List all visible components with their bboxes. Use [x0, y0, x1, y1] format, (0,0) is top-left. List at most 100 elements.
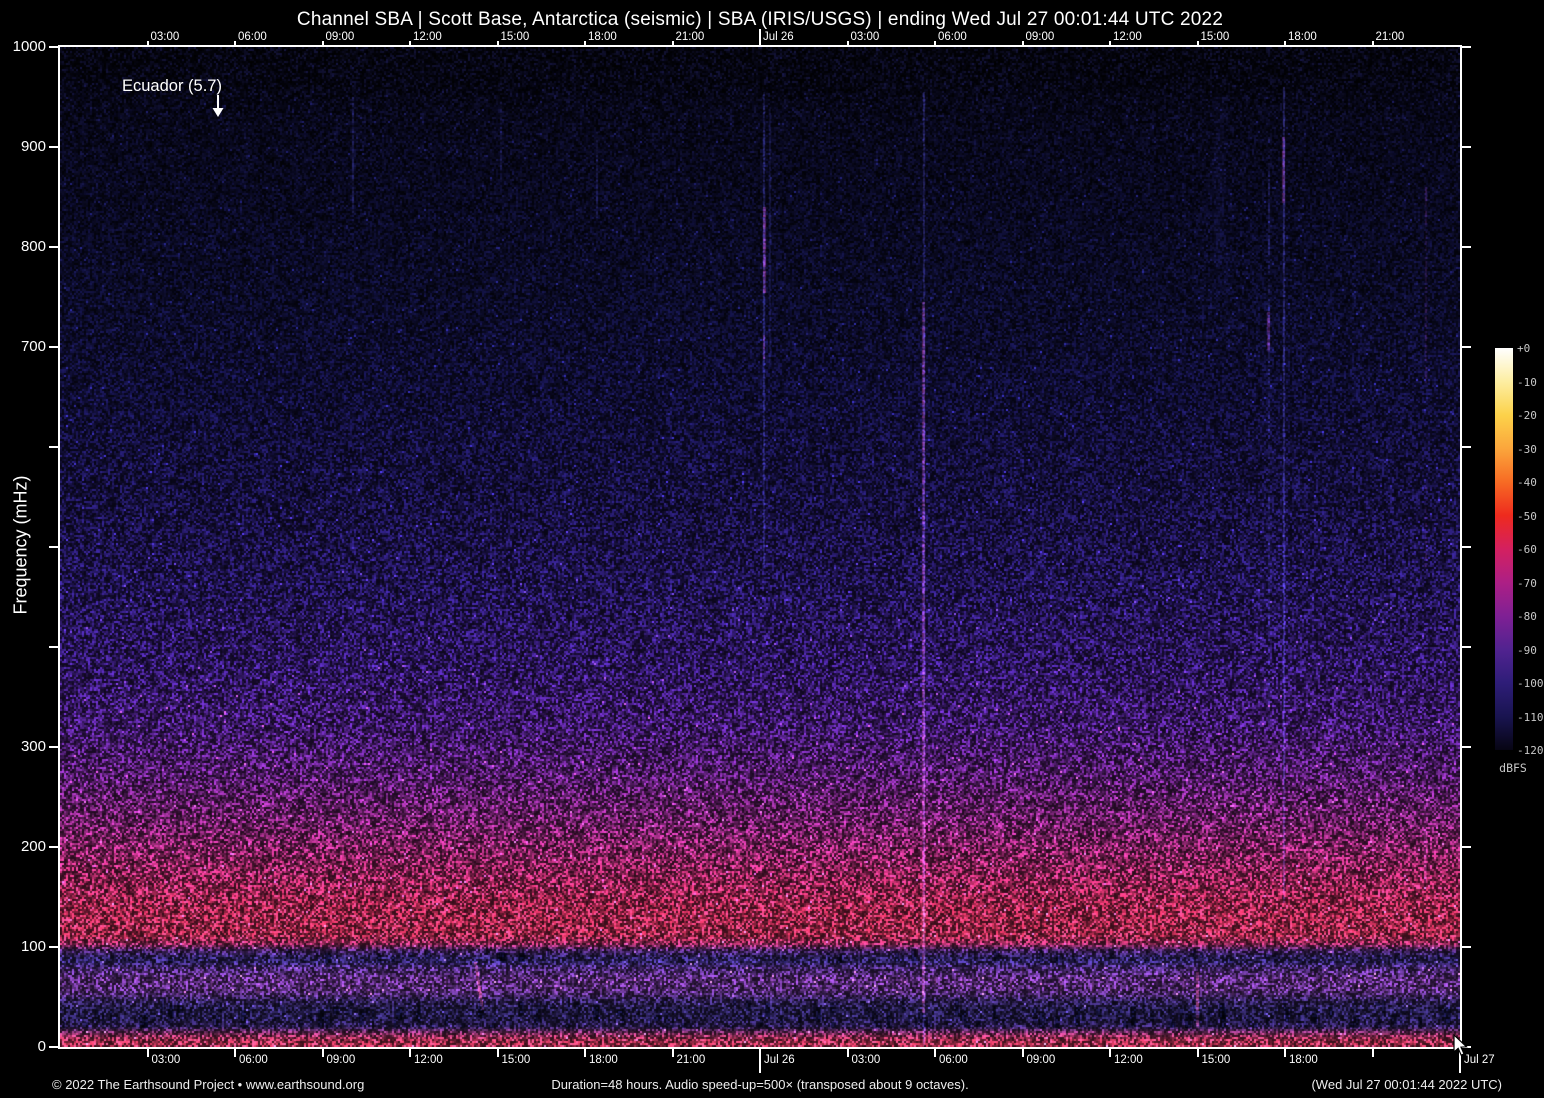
x-tick-label-top: 09:00 — [1025, 31, 1055, 43]
x-tick-label-top: 03:00 — [150, 31, 180, 43]
x-tick-bottom — [1196, 1049, 1199, 1057]
y-tick-right — [1461, 46, 1471, 48]
x-tick-top — [1196, 41, 1199, 46]
colorbar-tick-label: -110 — [1517, 710, 1544, 724]
x-tick-label-top: Jul 26 — [763, 31, 794, 43]
x-tick-label-bottom: Jul 26 — [764, 1054, 795, 1066]
x-tick-label-top: 03:00 — [850, 31, 880, 43]
y-tick-left — [49, 346, 59, 348]
y-tick-label: 800 — [20, 238, 46, 255]
x-tick-bottom — [409, 1049, 411, 1057]
footer-duration-info: Duration=48 hours. Audio speed-up=500× (… — [551, 1077, 969, 1092]
x-tick-top — [671, 41, 674, 46]
y-tick-left — [49, 1046, 59, 1048]
x-tick-top — [584, 41, 586, 46]
colorbar-tick-label: -40 — [1517, 476, 1537, 489]
colorbar-tick-label: -50 — [1517, 509, 1537, 523]
x-tick-label-bottom: 18:00 — [589, 1054, 618, 1066]
x-tick-top — [321, 41, 324, 46]
x-tick-top — [409, 41, 411, 46]
y-tick-label: 0 — [37, 1038, 46, 1055]
footer-end-timestamp: (Wed Jul 27 00:01:44 2022 UTC) — [1311, 1077, 1502, 1092]
x-tick-bottom — [759, 1049, 761, 1073]
x-tick-label-top: 09:00 — [325, 31, 355, 43]
y-tick-left — [49, 446, 59, 448]
x-tick-top — [1371, 41, 1374, 46]
x-tick-bottom — [146, 1049, 149, 1057]
x-tick-label-top: 12:00 — [1113, 31, 1142, 43]
x-tick-label-bottom: 06:00 — [939, 1054, 968, 1066]
x-tick-label-top: 18:00 — [1288, 31, 1317, 43]
chart-title: Channel SBA | Scott Base, Antarctica (se… — [296, 9, 1224, 30]
y-tick-left — [49, 946, 59, 948]
y-tick-label: 300 — [20, 738, 46, 755]
colorbar-gradient — [1495, 348, 1513, 750]
x-tick-label-bottom: 03:00 — [851, 1054, 881, 1066]
y-tick-left — [49, 146, 59, 148]
x-tick-label-bottom: 12:00 — [1114, 1054, 1143, 1066]
spectrogram-viewer: Channel SBA | Scott Base, Antarctica (se… — [0, 0, 1544, 1098]
y-tick-label: 1000 — [12, 38, 46, 55]
x-tick-top — [759, 29, 761, 45]
event-annotation-arrow-icon — [212, 95, 224, 117]
x-tick-top — [146, 41, 149, 46]
x-tick-top — [846, 41, 849, 46]
x-tick-bottom — [234, 1049, 236, 1057]
x-tick-label-bottom: 09:00 — [1026, 1054, 1056, 1066]
x-tick-label-top: 12:00 — [413, 31, 442, 43]
x-tick-bottom — [496, 1049, 499, 1057]
x-tick-top — [496, 41, 499, 46]
x-tick-label-bottom: 09:00 — [326, 1054, 356, 1066]
y-tick-right — [1461, 246, 1471, 248]
y-tick-left — [49, 546, 59, 548]
y-tick-label: 700 — [20, 338, 46, 355]
x-tick-label-top: 15:00 — [1200, 31, 1230, 43]
x-tick-top — [234, 41, 236, 46]
y-tick-label: 200 — [20, 838, 46, 855]
x-tick-bottom — [1021, 1049, 1024, 1057]
x-tick-top — [1109, 41, 1111, 46]
x-tick-bottom — [934, 1049, 936, 1057]
x-tick-label-top: 06:00 — [938, 31, 967, 43]
y-tick-left — [49, 746, 59, 748]
x-tick-top — [1021, 41, 1024, 46]
x-tick-top — [934, 41, 936, 46]
colorbar-tick-label: -100 — [1517, 677, 1544, 690]
x-tick-label-bottom: 03:00 — [151, 1054, 181, 1066]
x-tick-label-bottom: 21:00 — [676, 1054, 706, 1066]
x-tick-top — [1284, 41, 1286, 46]
colorbar-tick-label: -30 — [1517, 442, 1537, 456]
x-tick-label-bottom: 06:00 — [239, 1054, 268, 1066]
colorbar-tick-label: +0 — [1517, 342, 1531, 355]
y-tick-right — [1461, 346, 1471, 348]
x-tick-bottom — [584, 1049, 586, 1057]
x-tick-label-top: 06:00 — [238, 31, 267, 43]
y-tick-right — [1461, 646, 1471, 648]
colorbar-tick-label: -60 — [1517, 543, 1537, 556]
colorbar-unit-label: dBFS — [1499, 761, 1527, 775]
colorbar-tick-label: -70 — [1517, 576, 1537, 590]
colorbar-tick-label: -120 — [1517, 744, 1544, 757]
colorbar-tick-label: -20 — [1517, 409, 1537, 422]
event-annotation-label: Ecuador (5.7) — [122, 77, 222, 95]
x-tick-label-top: 21:00 — [1375, 31, 1405, 43]
y-tick-right — [1461, 146, 1471, 148]
y-tick-left — [49, 246, 59, 248]
mouse-cursor-icon — [1453, 1034, 1468, 1057]
x-tick-bottom — [671, 1049, 674, 1057]
x-tick-bottom — [1371, 1049, 1374, 1057]
x-tick-bottom — [846, 1049, 849, 1057]
x-tick-label-bottom: 15:00 — [1201, 1054, 1231, 1066]
y-tick-right — [1461, 546, 1471, 548]
y-tick-right — [1461, 446, 1471, 448]
colorbar-tick-label: -90 — [1517, 643, 1537, 657]
y-tick-left — [49, 646, 59, 648]
x-tick-label-top: 21:00 — [675, 31, 705, 43]
y-tick-label: 100 — [20, 938, 46, 955]
y-tick-left — [49, 46, 59, 48]
y-tick-right — [1461, 946, 1471, 948]
y-tick-left — [49, 846, 59, 848]
spectrogram-canvas — [60, 47, 1460, 1047]
x-tick-bottom — [321, 1049, 324, 1057]
x-tick-bottom — [1284, 1049, 1286, 1057]
